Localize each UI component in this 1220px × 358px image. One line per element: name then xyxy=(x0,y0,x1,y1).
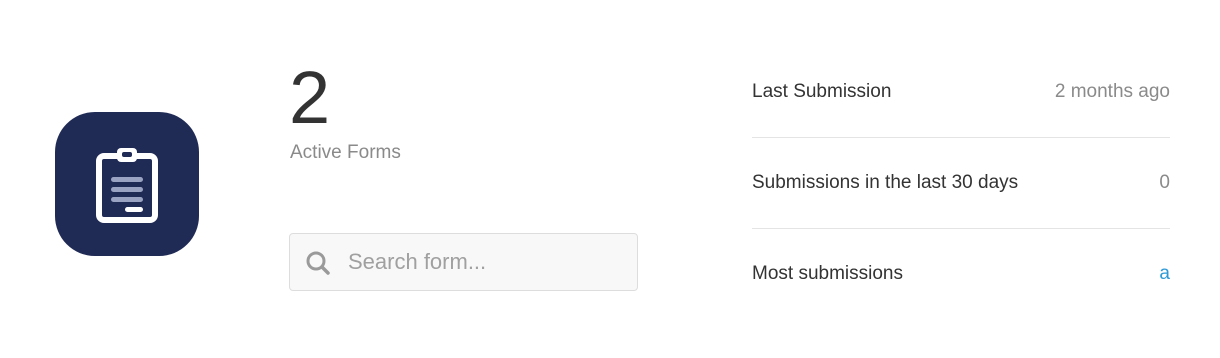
stat-value: 0 xyxy=(1159,172,1170,193)
stat-row-most-submissions: Most submissions a xyxy=(752,229,1170,320)
stat-value: 2 months ago xyxy=(1054,81,1170,102)
most-submissions-form-link[interactable]: a xyxy=(1159,263,1170,285)
search-box[interactable] xyxy=(289,233,638,291)
stat-label: Most submissions xyxy=(752,263,903,284)
clipboard-icon xyxy=(55,112,199,256)
stat-row-submissions-30-days: Submissions in the last 30 days 0 xyxy=(752,138,1170,229)
search-input[interactable] xyxy=(348,234,628,290)
stat-label: Submissions in the last 30 days xyxy=(752,172,1019,193)
forms-overview: 2 Active Forms Last Submission 2 months … xyxy=(0,0,1220,358)
stat-row-last-submission: Last Submission 2 months ago xyxy=(752,47,1170,138)
active-forms-count: 2 xyxy=(289,56,331,139)
active-forms-label: Active Forms xyxy=(290,142,401,163)
search-icon xyxy=(306,251,330,275)
submission-stats: Last Submission 2 months ago Submissions… xyxy=(752,47,1170,320)
stat-label: Last Submission xyxy=(752,81,892,102)
